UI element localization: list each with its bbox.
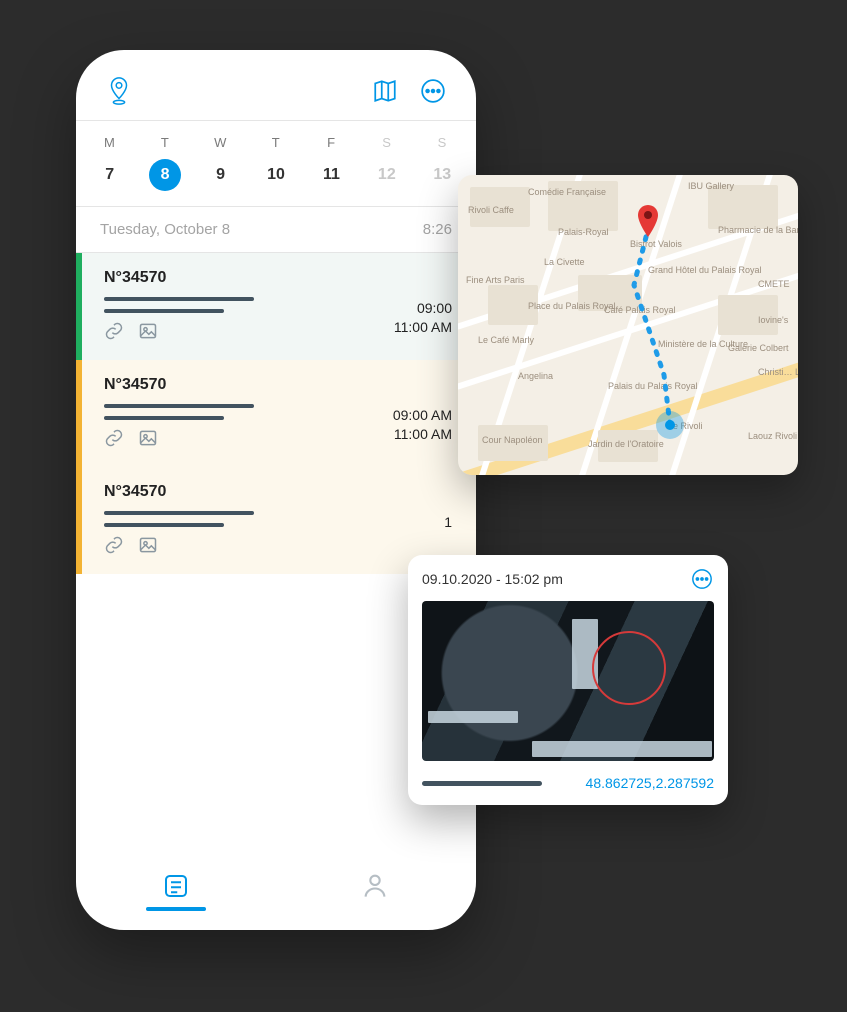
profile-icon <box>361 871 389 899</box>
calendar-day[interactable]: M7 <box>82 135 137 192</box>
location-pin-icon[interactable] <box>104 76 134 106</box>
photo-footer: 48.862725,2.287592 <box>422 775 714 791</box>
more-icon[interactable] <box>690 567 714 591</box>
origin-marker <box>656 411 684 439</box>
route-path <box>458 175 798 475</box>
photo-card: 09.10.2020 - 15:02 pm 48.862725,2.287592 <box>408 555 728 805</box>
destination-pin-icon <box>636 205 660 242</box>
calendar-day[interactable]: T8 <box>137 135 192 192</box>
link-icon[interactable] <box>104 428 124 453</box>
header-actions <box>370 76 448 106</box>
job-title: N°34570 <box>104 376 452 394</box>
annotation-circle <box>592 631 666 705</box>
image-icon[interactable] <box>138 428 158 453</box>
app-header <box>76 50 476 120</box>
calendar-day[interactable]: T10 <box>248 135 303 192</box>
current-date: Tuesday, October 8 <box>100 221 230 238</box>
tab-bar <box>76 852 476 930</box>
photo-image[interactable] <box>422 601 714 761</box>
calendar-day[interactable]: W9 <box>193 135 248 192</box>
tab-agenda[interactable] <box>76 852 276 930</box>
current-time: 8:26 <box>423 221 452 238</box>
agenda-icon <box>161 871 191 901</box>
link-icon[interactable] <box>104 535 124 560</box>
job-card[interactable]: N°34570 09:0011:00 AM <box>76 253 476 360</box>
job-times: 1 <box>444 513 452 532</box>
job-list: N°34570 09:0011:00 AM N°34570 09:00 AM11:00… <box>76 253 476 574</box>
link-icon[interactable] <box>104 321 124 346</box>
calendar-day[interactable]: F11 <box>304 135 359 192</box>
job-card[interactable]: N°34570 09:00 AM11:00 AM <box>76 360 476 467</box>
photo-coords[interactable]: 48.862725,2.287592 <box>586 775 714 791</box>
map-icon[interactable] <box>370 76 400 106</box>
job-title: N°34570 <box>104 483 452 501</box>
caption-placeholder <box>422 781 542 786</box>
more-icon[interactable] <box>418 76 448 106</box>
job-times: 09:00 AM11:00 AM <box>393 406 452 444</box>
date-bar: Tuesday, October 8 8:26 <box>76 207 476 252</box>
job-times: 09:0011:00 AM <box>394 299 452 337</box>
image-icon[interactable] <box>138 535 158 560</box>
map-card[interactable]: Rivoli Caffe Comédie Française IBU Galle… <box>458 175 798 475</box>
calendar-day[interactable]: S12 <box>359 135 414 192</box>
job-title: N°34570 <box>104 269 452 287</box>
calendar-strip: M7T8W9T10F11S12S13 <box>76 121 476 206</box>
image-icon[interactable] <box>138 321 158 346</box>
photo-timestamp: 09.10.2020 - 15:02 pm <box>422 571 563 587</box>
tab-profile[interactable] <box>276 852 476 930</box>
photo-header: 09.10.2020 - 15:02 pm <box>422 567 714 591</box>
